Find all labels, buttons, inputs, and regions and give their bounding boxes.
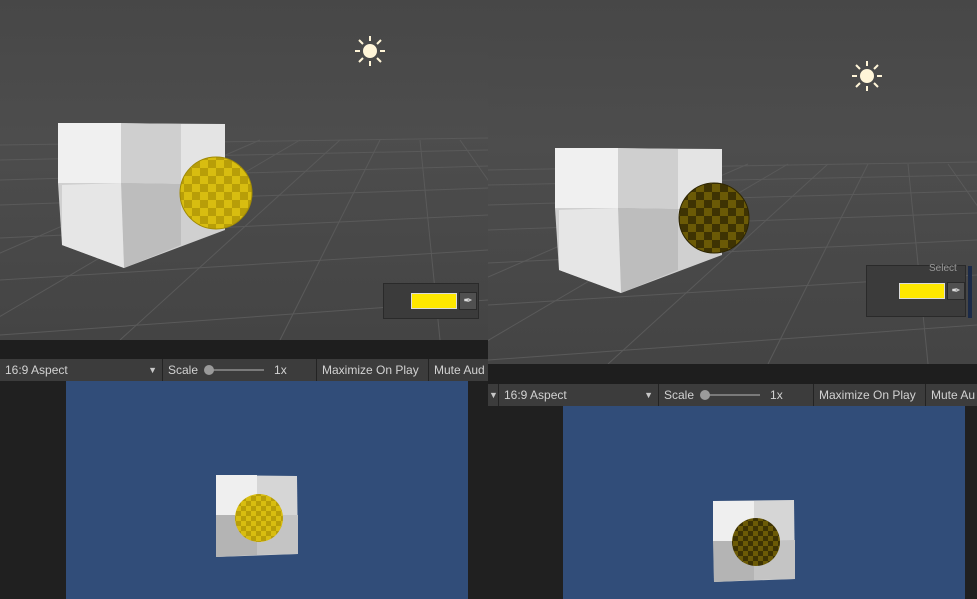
toolbar-scroll-arrow[interactable]: ▼ [488, 384, 499, 406]
scale-label: Scale [168, 363, 199, 377]
sphere-object [678, 182, 750, 254]
game-area [0, 381, 488, 599]
game-area [488, 406, 977, 599]
scene-view[interactable]: Select ✒ [488, 0, 977, 364]
sun-icon [355, 36, 385, 66]
scale-value: 1x [274, 363, 287, 377]
eyedropper-icon[interactable]: ✒ [459, 292, 477, 310]
sphere-object [179, 156, 253, 230]
eyedropper-icon[interactable]: ✒ [947, 282, 965, 300]
maximize-on-play-button[interactable]: Maximize On Play [317, 359, 429, 381]
scale-label: Scale [664, 388, 695, 402]
scale-slider[interactable] [204, 365, 265, 375]
caret-down-icon: ▼ [644, 390, 653, 400]
mute-label: Mute Aud [434, 363, 485, 377]
color-swatch[interactable] [899, 283, 945, 299]
scale-control[interactable]: Scale 1x [163, 359, 317, 381]
mute-audio-button[interactable]: Mute Aud [429, 359, 488, 381]
game-render [216, 475, 298, 557]
panel-edge-accent [968, 266, 972, 318]
aspect-dropdown[interactable]: 16:9 Aspect ▼ [499, 384, 659, 406]
maximize-on-play-button[interactable]: Maximize On Play [814, 384, 926, 406]
scene-view[interactable]: ✒ [0, 0, 488, 340]
aspect-label: 16:9 Aspect [5, 363, 68, 377]
game-view[interactable] [563, 406, 965, 599]
mute-audio-button[interactable]: Mute Au [926, 384, 977, 406]
game-render [713, 500, 795, 582]
color-picker-popup: Select ✒ [866, 263, 972, 318]
maximize-label: Maximize On Play [322, 363, 419, 377]
game-view[interactable] [66, 381, 468, 599]
panel-divider [0, 340, 488, 359]
scale-slider[interactable] [700, 390, 761, 400]
mute-label: Mute Au [931, 388, 976, 402]
game-sphere [235, 494, 283, 542]
caret-down-icon: ▼ [489, 390, 498, 400]
color-swatch[interactable] [411, 293, 457, 309]
slider-thumb[interactable] [204, 365, 215, 375]
aspect-dropdown[interactable]: 16:9 Aspect ▼ [0, 359, 163, 381]
aspect-label: 16:9 Aspect [504, 388, 567, 402]
game-toolbar: 16:9 Aspect ▼ Scale 1x Maximize On Play … [0, 359, 488, 382]
color-picker-popup: ✒ [383, 283, 479, 319]
left-editor-panel: ✒ 16:9 Aspect ▼ Scale 1x Maximize On Pla… [0, 0, 488, 599]
panel-divider [488, 364, 977, 384]
select-label: Select [929, 263, 957, 274]
slider-thumb[interactable] [700, 390, 711, 400]
scale-value: 1x [770, 388, 783, 402]
game-toolbar: ▼ 16:9 Aspect ▼ Scale 1x Maximize On Pla… [488, 384, 977, 407]
right-editor-panel: Select ✒ ▼ 16:9 Aspect ▼ Scale 1x Maximi… [488, 0, 977, 599]
game-sphere [732, 518, 780, 566]
sun-icon [852, 61, 882, 91]
caret-down-icon: ▼ [148, 365, 157, 375]
scale-control[interactable]: Scale 1x [659, 384, 814, 406]
maximize-label: Maximize On Play [819, 388, 916, 402]
